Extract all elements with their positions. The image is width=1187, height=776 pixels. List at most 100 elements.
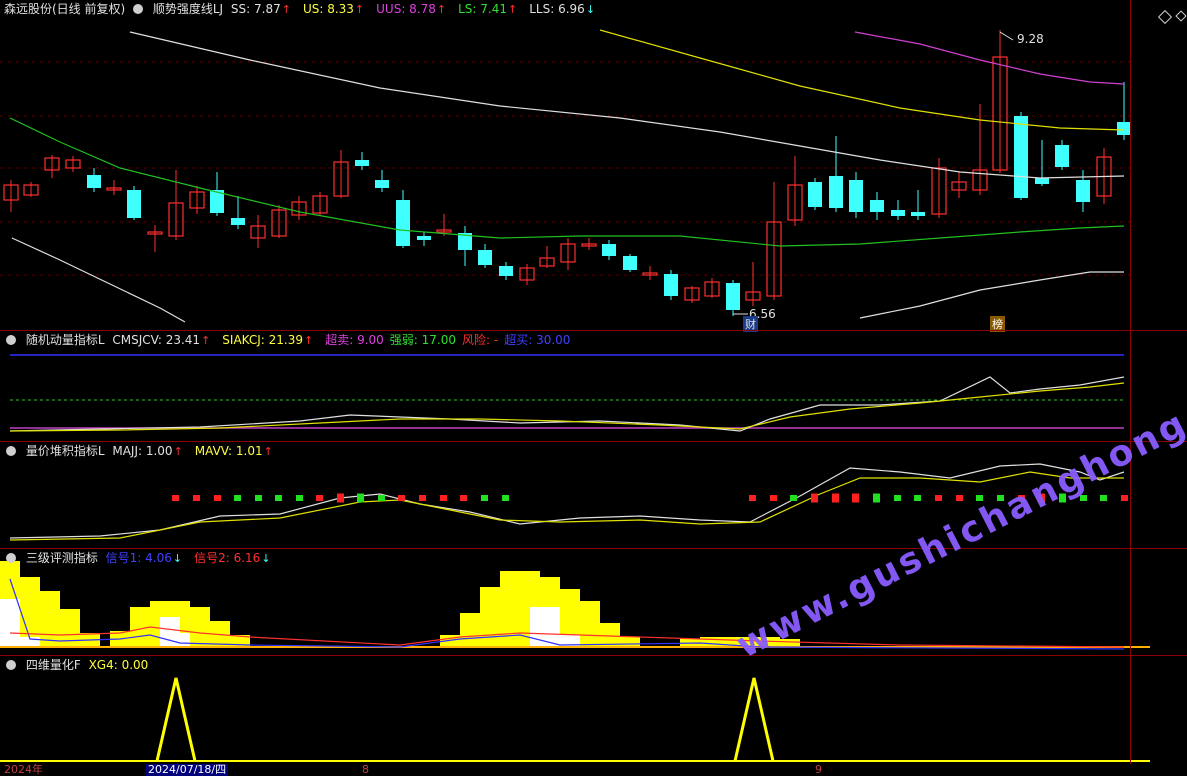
main-indicator-values: SS: 7.87↑ US: 8.33↑ UUS: 8.78↑ LS: 7.41↑ LLS…	[231, 2, 607, 16]
high-pointer	[999, 31, 1014, 41]
candle-body	[849, 180, 863, 212]
candle-body	[1117, 122, 1131, 135]
yellow-bar	[620, 637, 640, 647]
p4-name[interactable]: 三级评测指标	[26, 551, 98, 565]
volume-marker	[172, 495, 179, 501]
candle-body	[623, 256, 637, 270]
gear-icon[interactable]	[6, 446, 16, 456]
white-bar	[180, 633, 190, 647]
p4-header: 三级评测指标 信号1: 4.06↓ 信号2: 6.16↓	[4, 550, 289, 567]
arrow-icon: ↓	[172, 552, 183, 565]
lls-line	[859, 271, 1124, 319]
axis-year: 2024年	[4, 763, 43, 776]
candle-body	[417, 236, 431, 240]
candle-body	[891, 210, 905, 216]
quantify-panel[interactable]: 四维量化F XG4: 0.00	[0, 656, 1187, 764]
ss-line	[129, 31, 1125, 179]
main-value: UUS: 8.78↑	[376, 2, 447, 16]
arrow-icon: ↑	[263, 445, 273, 458]
p4-value: 信号2: 6.16↓	[194, 551, 271, 565]
lls-line	[11, 237, 186, 323]
p5-value: XG4: 0.00	[88, 658, 149, 672]
volume-marker	[1100, 495, 1107, 501]
arrow-icon: ↓	[261, 552, 271, 565]
stock-title[interactable]: 森远股份(日线 前复权)	[4, 2, 125, 16]
yellow-bar	[20, 577, 40, 647]
volume-marker	[234, 495, 241, 501]
high-price-label: 9.28	[1017, 32, 1044, 46]
candle-body	[870, 200, 884, 212]
p3-header: 量价堆积指标L MAJJ: 1.00↑ MAVV: 1.01↑	[4, 443, 291, 460]
yellow-bar	[460, 613, 480, 647]
indicator-name[interactable]: 顺势强度线LJ	[153, 2, 223, 16]
volume-marker	[378, 495, 385, 501]
candle-body	[664, 274, 678, 296]
p2-values: CMSJCV: 23.41↑ SIAKCJ: 21.39↑ 超卖: 9.00 强弱: …	[112, 333, 576, 347]
volume-marker	[357, 493, 364, 503]
candle-body	[499, 266, 513, 276]
candle-body	[478, 250, 492, 265]
yellow-bar	[580, 601, 600, 647]
volume-marker	[935, 495, 942, 501]
arrow-icon: ↓	[585, 3, 596, 16]
p5-chart	[0, 677, 1150, 762]
main-chart-panel[interactable]: 森远股份(日线 前复权) 顺势强度线LJ SS: 7.87↑ US: 8.33↑ U…	[0, 0, 1187, 332]
uus-line	[854, 31, 1125, 85]
siakcj-line	[9, 382, 1125, 432]
volume-marker	[852, 493, 859, 503]
candle-body	[127, 190, 141, 218]
three-level-panel[interactable]: 三级评测指标 信号1: 4.06↓ 信号2: 6.16↓	[0, 549, 1187, 655]
yellow-bar	[190, 607, 210, 647]
candle-body	[1035, 178, 1049, 184]
volume-marker	[873, 493, 880, 503]
gear-icon[interactable]	[6, 335, 16, 345]
xg4-spike	[733, 677, 775, 762]
arrow-icon: ↑	[508, 3, 518, 16]
candle-body	[808, 182, 822, 207]
volume-marker	[316, 495, 323, 501]
p3-name[interactable]: 量价堆积指标L	[26, 444, 105, 458]
p2-header: 随机动量指标L CMSJCV: 23.41↑ SIAKCJ: 21.39↑ 超卖: …	[4, 332, 582, 349]
volume-marker	[296, 495, 303, 501]
main-value: SS: 7.87↑	[230, 2, 291, 16]
arrow-icon: ↑	[354, 3, 365, 16]
volume-marker	[502, 495, 509, 501]
p5-name[interactable]: 四维量化F	[26, 658, 81, 672]
arrow-icon: ↑	[436, 3, 447, 16]
xg4-spike	[155, 677, 197, 762]
candlestick-chart	[0, 29, 1131, 323]
p2-value: 强弱: 17.00	[389, 333, 457, 347]
volume-marker	[976, 495, 983, 501]
p5-values: XG4: 0.00	[89, 658, 155, 672]
p2-value: 超卖: 9.00	[325, 333, 384, 347]
gear-icon[interactable]	[133, 4, 144, 14]
candle-body	[1055, 145, 1069, 167]
volume-marker	[193, 495, 200, 501]
p3-value: MAJJ: 1.00↑	[112, 444, 183, 458]
main-value: US: 8.33↑	[302, 2, 365, 16]
arrow-icon: ↑	[201, 334, 211, 347]
p2-value: SIAKCJ: 21.39↑	[222, 333, 314, 347]
volume-marker	[214, 495, 221, 501]
candle-body	[396, 200, 410, 246]
volume-marker	[275, 495, 282, 501]
volume-marker	[481, 495, 488, 501]
arrow-icon: ↑	[281, 3, 291, 16]
volume-marker	[440, 495, 447, 501]
p3-values: MAJJ: 1.00↑ MAVV: 1.01↑	[112, 444, 284, 458]
gear-icon[interactable]	[6, 660, 16, 670]
stochastic-momentum-panel[interactable]: 随机动量指标L CMSJCV: 23.41↑ SIAKCJ: 21.39↑ 超卖: …	[0, 331, 1187, 441]
p4-value: 信号1: 4.06↓	[105, 551, 183, 565]
yellow-bar	[600, 623, 620, 647]
volume-marker	[914, 495, 921, 501]
p4-values: 信号1: 4.06↓ 信号2: 6.16↓	[106, 551, 283, 565]
volume-marker	[832, 493, 839, 503]
arrow-icon: ↑	[304, 334, 314, 347]
arrow-icon: ↑	[173, 445, 183, 458]
gear-icon[interactable]	[6, 553, 16, 563]
selected-date[interactable]: 2024/07/18/四	[146, 764, 229, 776]
date-axis[interactable]: 2024年 2024/07/18/四 8 9	[0, 764, 1187, 776]
main-chart-header: 森远股份(日线 前复权) 顺势强度线LJ SS: 7.87↑ US: 8.33↑ U…	[4, 1, 613, 18]
p2-name[interactable]: 随机动量指标L	[26, 333, 105, 347]
volume-marker	[790, 495, 797, 501]
